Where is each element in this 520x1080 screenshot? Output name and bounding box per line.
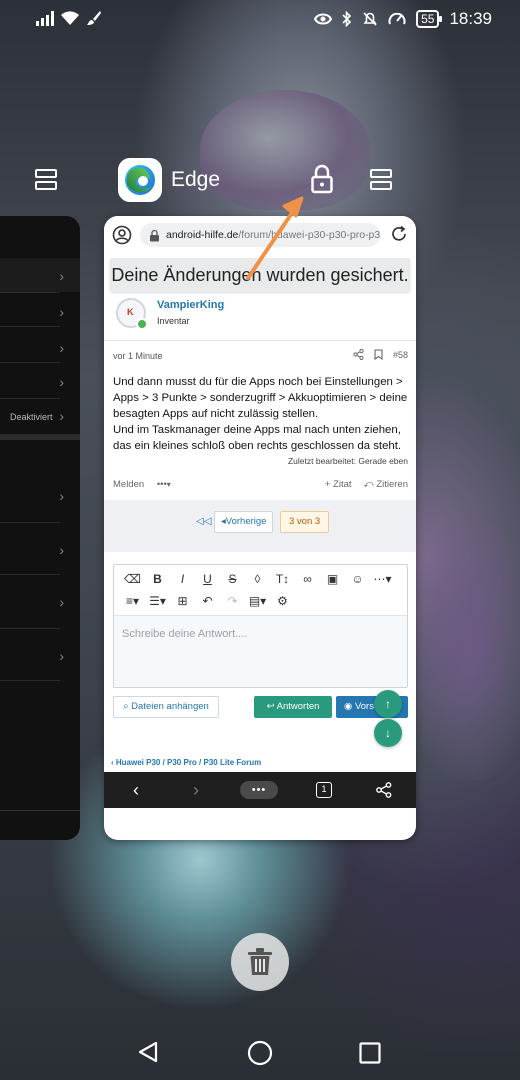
editor-toolbar-row-1: ⌫ B I U S ◊ T↕ ∞ ▣ ☺ ⋯▾ bbox=[120, 568, 395, 590]
online-badge bbox=[136, 318, 148, 330]
post-actions-right: + Zitat ⤺ Zitieren bbox=[325, 479, 408, 490]
post-body: Und dann musst du für die Apps noch bei … bbox=[113, 376, 408, 452]
trash-icon bbox=[248, 948, 272, 975]
avatar[interactable]: K bbox=[116, 298, 148, 330]
share-icon[interactable] bbox=[353, 349, 364, 360]
split-screen-icon-right[interactable] bbox=[370, 169, 392, 191]
quote-button[interactable]: + Zitat bbox=[325, 479, 352, 490]
edge-logo-icon bbox=[125, 165, 155, 195]
eraser-icon[interactable]: ⌫ bbox=[120, 568, 145, 590]
clear-all-button[interactable] bbox=[231, 933, 289, 991]
more-actions-button[interactable]: ••• bbox=[157, 479, 167, 490]
editor-box: ⌫ B I U S ◊ T↕ ∞ ▣ ☺ ⋯▾ ≡▾ ☰▾ ⊞ ↶ ↷ ▤▾ ⚙ bbox=[113, 564, 408, 688]
save-draft-icon[interactable]: ▤▾ bbox=[245, 590, 270, 612]
chevron-right-icon: › bbox=[59, 304, 64, 320]
more-menu-button[interactable]: ••• bbox=[240, 781, 278, 799]
reply-button[interactable]: ↩ Antworten bbox=[254, 696, 332, 718]
address-field[interactable]: android-hilfe.de/forum/huawei-p30-p30-pr… bbox=[140, 223, 380, 247]
attach-files-button[interactable]: ⌕ Dateien anhängen bbox=[113, 696, 219, 718]
recent-app-title: Edge bbox=[171, 168, 221, 191]
brush-icon bbox=[87, 11, 101, 25]
speedometer-icon bbox=[388, 12, 406, 25]
lock-icon[interactable] bbox=[311, 164, 333, 194]
reload-icon[interactable] bbox=[390, 225, 408, 243]
eye-icon bbox=[314, 13, 333, 25]
nav-recents-icon[interactable] bbox=[359, 1042, 381, 1064]
previous-page-button[interactable]: ◂Vorherige bbox=[214, 511, 274, 533]
status-bar: 55 18:39 bbox=[0, 0, 520, 40]
profile-icon[interactable] bbox=[112, 225, 132, 245]
back-icon[interactable]: ‹ bbox=[124, 772, 148, 808]
more-tools-icon[interactable]: ⋯▾ bbox=[370, 568, 395, 590]
forward-icon[interactable]: › bbox=[184, 772, 208, 808]
emoji-icon[interactable]: ☺ bbox=[345, 568, 370, 590]
font-size-icon[interactable]: T↕ bbox=[270, 568, 295, 590]
bold-icon[interactable]: B bbox=[145, 568, 170, 590]
post-user-role: Inventar bbox=[157, 316, 190, 326]
redo-icon[interactable]: ↷ bbox=[220, 590, 245, 612]
post-edited-note: Zuletzt bearbeitet: Gerade eben bbox=[287, 456, 408, 466]
image-icon[interactable]: ▣ bbox=[320, 568, 345, 590]
strikethrough-icon[interactable]: S bbox=[220, 568, 245, 590]
report-link[interactable]: Melden bbox=[113, 479, 144, 490]
nav-home-icon[interactable] bbox=[247, 1040, 273, 1066]
share-icon[interactable] bbox=[376, 782, 392, 798]
align-icon[interactable]: ≡▾ bbox=[120, 590, 145, 612]
nav-back-icon[interactable] bbox=[137, 1041, 159, 1063]
split-screen-icon-left[interactable] bbox=[35, 169, 57, 191]
edge-app-card[interactable]: android-hilfe.de/forum/huawei-p30-p30-pr… bbox=[104, 216, 416, 840]
first-page-icon[interactable]: ◁◁ bbox=[196, 516, 211, 527]
chevron-right-icon: › bbox=[59, 340, 64, 356]
saved-toast: Deine Änderungen wurden gesichert. bbox=[110, 258, 410, 292]
color-drop-icon[interactable]: ◊ bbox=[245, 568, 270, 590]
chevron-right-icon: › bbox=[59, 408, 64, 424]
battery-indicator: 55 bbox=[416, 10, 443, 28]
url-bar: android-hilfe.de/forum/huawei-p30-p30-pr… bbox=[104, 216, 416, 254]
wallpaper-figure-head bbox=[200, 90, 370, 210]
secure-lock-icon bbox=[150, 229, 159, 242]
undo-icon[interactable]: ↶ bbox=[195, 590, 220, 612]
signal-icon bbox=[36, 10, 54, 26]
underline-icon[interactable]: U bbox=[195, 568, 220, 590]
list-icon[interactable]: ☰▾ bbox=[145, 590, 170, 612]
bluetooth-icon bbox=[342, 11, 352, 27]
post-actions-left: Melden •••▾ bbox=[113, 479, 171, 490]
reply-textarea[interactable]: Schreibe deine Antwort.... bbox=[114, 615, 407, 687]
bookmark-icon[interactable] bbox=[374, 349, 383, 360]
chevron-right-icon: › bbox=[59, 374, 64, 390]
post-timestamp[interactable]: vor 1 Minute bbox=[113, 351, 163, 361]
chevron-right-icon: › bbox=[59, 488, 64, 504]
chevron-right-icon: › bbox=[59, 648, 64, 664]
breadcrumb[interactable]: ‹ Huawei P30 / P30 Pro / P30 Lite Forum bbox=[111, 758, 261, 767]
chevron-right-icon: › bbox=[59, 268, 64, 284]
url-path: /forum/huawei-p30-p30-pro-p3 bbox=[238, 229, 380, 241]
setting-status-label: Deaktiviert bbox=[10, 412, 53, 422]
clock: 18:39 bbox=[449, 9, 492, 28]
chevron-right-icon: › bbox=[59, 542, 64, 558]
italic-icon[interactable]: I bbox=[170, 568, 195, 590]
post-username[interactable]: VampierKing bbox=[157, 299, 224, 311]
link-icon[interactable]: ∞ bbox=[295, 568, 320, 590]
page-count[interactable]: 3 von 3 bbox=[280, 511, 330, 533]
cite-button[interactable]: ⤺ Zitieren bbox=[364, 479, 408, 490]
edge-app-icon[interactable] bbox=[118, 158, 162, 202]
table-icon[interactable]: ⊞ bbox=[170, 590, 195, 612]
post-number[interactable]: #58 bbox=[393, 350, 408, 360]
tabs-button[interactable]: 1 bbox=[316, 782, 332, 798]
scroll-down-button[interactable]: ↓ bbox=[374, 719, 402, 747]
settings-gear-icon[interactable]: ⚙ bbox=[270, 590, 295, 612]
scroll-up-button[interactable]: ↑ bbox=[374, 690, 402, 718]
editor-toolbar-row-2: ≡▾ ☰▾ ⊞ ↶ ↷ ▤▾ ⚙ bbox=[120, 590, 295, 612]
chevron-right-icon: › bbox=[59, 594, 64, 610]
url-domain: android-hilfe.de bbox=[166, 229, 239, 241]
mute-bell-icon bbox=[363, 12, 377, 26]
system-navigation-bar bbox=[0, 1020, 520, 1080]
wifi-icon bbox=[61, 11, 79, 25]
previous-app-card[interactable]: › › › › Deaktiviert › › › › › bbox=[0, 216, 80, 840]
wallpaper-figure-arm bbox=[410, 520, 520, 780]
chevron-down-icon: ▾ bbox=[166, 480, 171, 489]
edge-bottom-toolbar: ‹ › ••• 1 bbox=[104, 772, 416, 808]
